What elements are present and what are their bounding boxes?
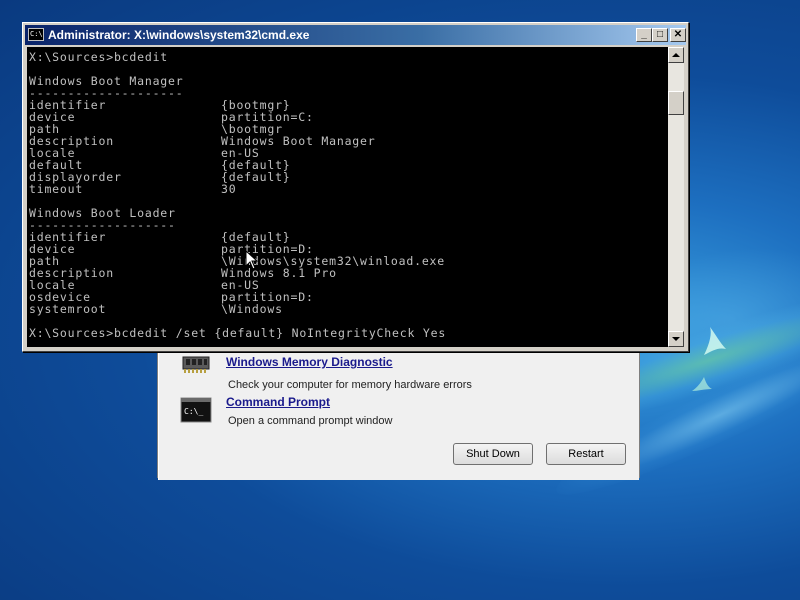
close-button[interactable]: ✕ <box>670 28 686 42</box>
scroll-thumb[interactable] <box>668 91 684 115</box>
minimize-button[interactable]: _ <box>636 28 652 42</box>
command-prompt-icon: C:\_ <box>180 397 212 423</box>
scroll-down-button[interactable] <box>668 331 684 347</box>
cmd-window-icon[interactable]: C:\ <box>28 28 44 41</box>
console-line: X:\Sources>bcdedit <box>29 50 169 64</box>
console-line-value: 30 <box>221 182 237 196</box>
console-line-key: timeout <box>29 182 84 196</box>
memory-diagnostic-link[interactable]: Windows Memory Diagnostic <box>226 355 393 369</box>
shut-down-button[interactable]: Shut Down <box>453 443 533 465</box>
scroll-up-button[interactable] <box>668 47 684 63</box>
cmd-title-bar[interactable]: C:\ Administrator: X:\windows\system32\c… <box>25 25 686 45</box>
memory-chip-icon <box>182 356 210 373</box>
console-output[interactable]: X:\Sources>bcdedit Windows Boot Manager --… <box>27 47 668 347</box>
console-line-key: systemroot <box>29 302 107 316</box>
maximize-button[interactable]: □ <box>652 28 668 42</box>
arrow-up-icon <box>672 53 680 57</box>
memory-diagnostic-description: Check your computer for memory hardware … <box>228 379 472 391</box>
vertical-scrollbar[interactable] <box>668 47 684 347</box>
console-line: X:\Sources>bcdedit /set {default} NoInte… <box>29 326 447 340</box>
svg-text:C:\_: C:\_ <box>184 407 203 416</box>
system-recovery-options-window: Windows Memory Diagnostic Check your com… <box>157 330 640 480</box>
console-line-value: \Windows <box>221 302 283 316</box>
bird-icon <box>704 327 726 355</box>
command-prompt-link[interactable]: Command Prompt <box>226 395 330 409</box>
cmd-window[interactable]: C:\ Administrator: X:\windows\system32\c… <box>22 22 689 352</box>
arrow-down-icon <box>672 337 680 341</box>
command-prompt-description: Open a command prompt window <box>228 415 393 427</box>
restart-button[interactable]: Restart <box>546 443 626 465</box>
console-line: systemroot \Windows <box>29 302 282 316</box>
cmd-window-title: Administrator: X:\windows\system32\cmd.e… <box>48 28 310 42</box>
console-line: timeout 30 <box>29 182 236 196</box>
bird-icon <box>692 377 712 391</box>
